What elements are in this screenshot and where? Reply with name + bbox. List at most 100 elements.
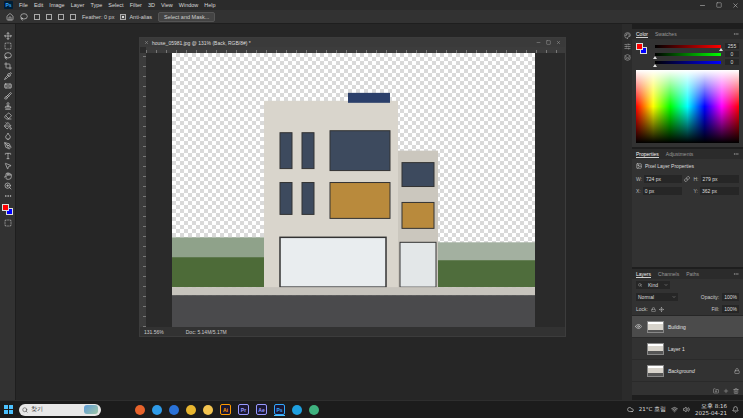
app-icon[interactable] (135, 405, 145, 415)
layer-lock-icon[interactable] (734, 368, 740, 374)
app-icon[interactable] (152, 405, 162, 415)
menu-item[interactable]: Layer (71, 1, 85, 9)
slider-thumb[interactable] (719, 48, 723, 51)
taskbar-app[interactable] (309, 404, 319, 416)
more-tool-icon[interactable] (4, 192, 12, 200)
taskbar-app[interactable]: Ae (256, 403, 267, 416)
stamp-tool-icon[interactable] (4, 102, 12, 110)
volume-icon[interactable] (683, 406, 690, 413)
slider-value[interactable]: 0 (725, 59, 739, 65)
add-selection-icon[interactable] (46, 14, 52, 20)
app-icon[interactable] (203, 405, 213, 415)
app-badge-icon[interactable]: Ai (220, 404, 231, 415)
canvas[interactable] (172, 53, 535, 327)
canvas-area[interactable] (146, 53, 565, 327)
app-icon[interactable] (309, 405, 319, 415)
doc-close-icon[interactable] (556, 40, 561, 45)
transform-field[interactable]: H:279 px (694, 175, 740, 183)
layer-name[interactable]: Building (668, 324, 740, 330)
antialias-option[interactable]: Anti-alias (120, 14, 152, 20)
zoom-level[interactable]: 131.56% (144, 329, 164, 335)
panel-tab[interactable]: Paths (686, 271, 699, 278)
transform-field[interactable]: X:0 px (636, 187, 682, 195)
adjust-icon[interactable] (624, 43, 631, 50)
lock-position-icon[interactable] (659, 307, 664, 312)
marquee-tool-icon[interactable] (4, 42, 12, 50)
wifi-icon[interactable] (671, 406, 678, 413)
antialias-checkbox[interactable] (120, 14, 126, 20)
layer-name[interactable]: Background (668, 368, 730, 374)
pen-tool-icon[interactable] (4, 142, 12, 150)
menu-item[interactable]: View (161, 1, 173, 9)
link-icon[interactable] (684, 176, 690, 182)
taskbar-app[interactable] (203, 404, 213, 416)
app-badge-icon[interactable]: Pr (238, 404, 249, 415)
taskbar-app[interactable] (292, 404, 302, 416)
document-tab[interactable]: house_05981.jpg @ 131% (Back, RGB/8#) * (140, 38, 565, 47)
color-chips[interactable] (2, 204, 14, 215)
menu-item[interactable]: Edit (34, 1, 43, 9)
doc-maximize-icon[interactable] (546, 40, 551, 45)
foreground-swatch[interactable] (636, 43, 643, 50)
panel-tab[interactable]: Adjustments (666, 151, 694, 158)
close-icon[interactable] (732, 2, 739, 9)
brush-tool-icon[interactable] (4, 92, 12, 100)
blend-mode[interactable]: Normal (636, 293, 678, 301)
layer-name[interactable]: Layer 1 (668, 346, 740, 352)
color-slider[interactable]: 0 (655, 59, 739, 65)
panel-menu-icon[interactable] (733, 151, 739, 157)
doc-minimize-icon[interactable] (536, 40, 541, 45)
slider-track[interactable] (655, 61, 721, 64)
notification-icon[interactable] (732, 406, 739, 413)
taskbar-app[interactable]: Pr (238, 403, 249, 416)
panel-tab[interactable]: Properties (636, 151, 659, 158)
app-badge-icon[interactable]: Ps (274, 404, 285, 415)
feather-field[interactable]: Feather: 0 px (82, 14, 114, 20)
fill-value[interactable]: 100% (722, 305, 739, 313)
close-doc-icon[interactable] (144, 40, 149, 45)
menu-item[interactable]: Window (179, 1, 199, 9)
maximize-icon[interactable] (716, 2, 722, 8)
slider-track[interactable] (655, 45, 721, 48)
menu-item[interactable]: Image (49, 1, 64, 9)
taskbar-app[interactable]: Ai (220, 403, 231, 416)
menu-item[interactable]: 3D (148, 1, 155, 9)
eyedropper-tool-icon[interactable] (4, 72, 12, 80)
layer-row[interactable]: Background (632, 360, 743, 382)
weather[interactable]: 21°C 흐림 (639, 406, 666, 413)
app-badge-icon[interactable]: Ae (256, 404, 267, 415)
taskbar-app[interactable]: Ps (274, 403, 285, 416)
menu-item[interactable]: Help (204, 1, 215, 9)
menu-item[interactable]: File (19, 1, 28, 9)
app-icon[interactable] (292, 405, 302, 415)
zoom-tool-icon[interactable] (4, 182, 12, 190)
transform-field[interactable]: Y:362 px (694, 187, 740, 195)
crop-tool-icon[interactable] (4, 62, 12, 70)
color-spectrum[interactable] (636, 70, 739, 143)
slider-value[interactable]: 255 (725, 43, 739, 49)
search-box[interactable]: 찾기 (19, 404, 101, 416)
menu-item[interactable]: Filter (130, 1, 142, 9)
bucket-tool-icon[interactable] (4, 122, 12, 130)
lasso-icon[interactable] (20, 13, 28, 21)
eraser-tool-icon[interactable] (4, 112, 12, 120)
app-icon[interactable] (169, 405, 179, 415)
app-icon[interactable] (186, 405, 196, 415)
slider-thumb[interactable] (653, 64, 657, 67)
intersect-selection-icon[interactable] (70, 14, 76, 20)
panel-tab[interactable]: Layers (636, 271, 651, 278)
taskbar-app[interactable] (152, 404, 162, 416)
kind-filter[interactable]: Kind (636, 281, 670, 289)
panel-menu-icon[interactable] (733, 31, 739, 37)
lasso-tool-icon[interactable] (4, 52, 12, 60)
lock-icon[interactable] (651, 307, 656, 312)
quick-mask-icon[interactable] (4, 219, 12, 227)
menu-item[interactable]: Type (90, 1, 102, 9)
new-selection-icon[interactable] (34, 14, 40, 20)
taskbar-app[interactable] (135, 404, 145, 416)
healing-tool-icon[interactable] (4, 82, 12, 90)
select-tool-icon[interactable] (4, 162, 12, 170)
transform-field[interactable]: W:724 px (636, 175, 682, 183)
layer-row[interactable]: Layer 1 (632, 338, 743, 360)
panel-menu-icon[interactable] (733, 271, 739, 277)
